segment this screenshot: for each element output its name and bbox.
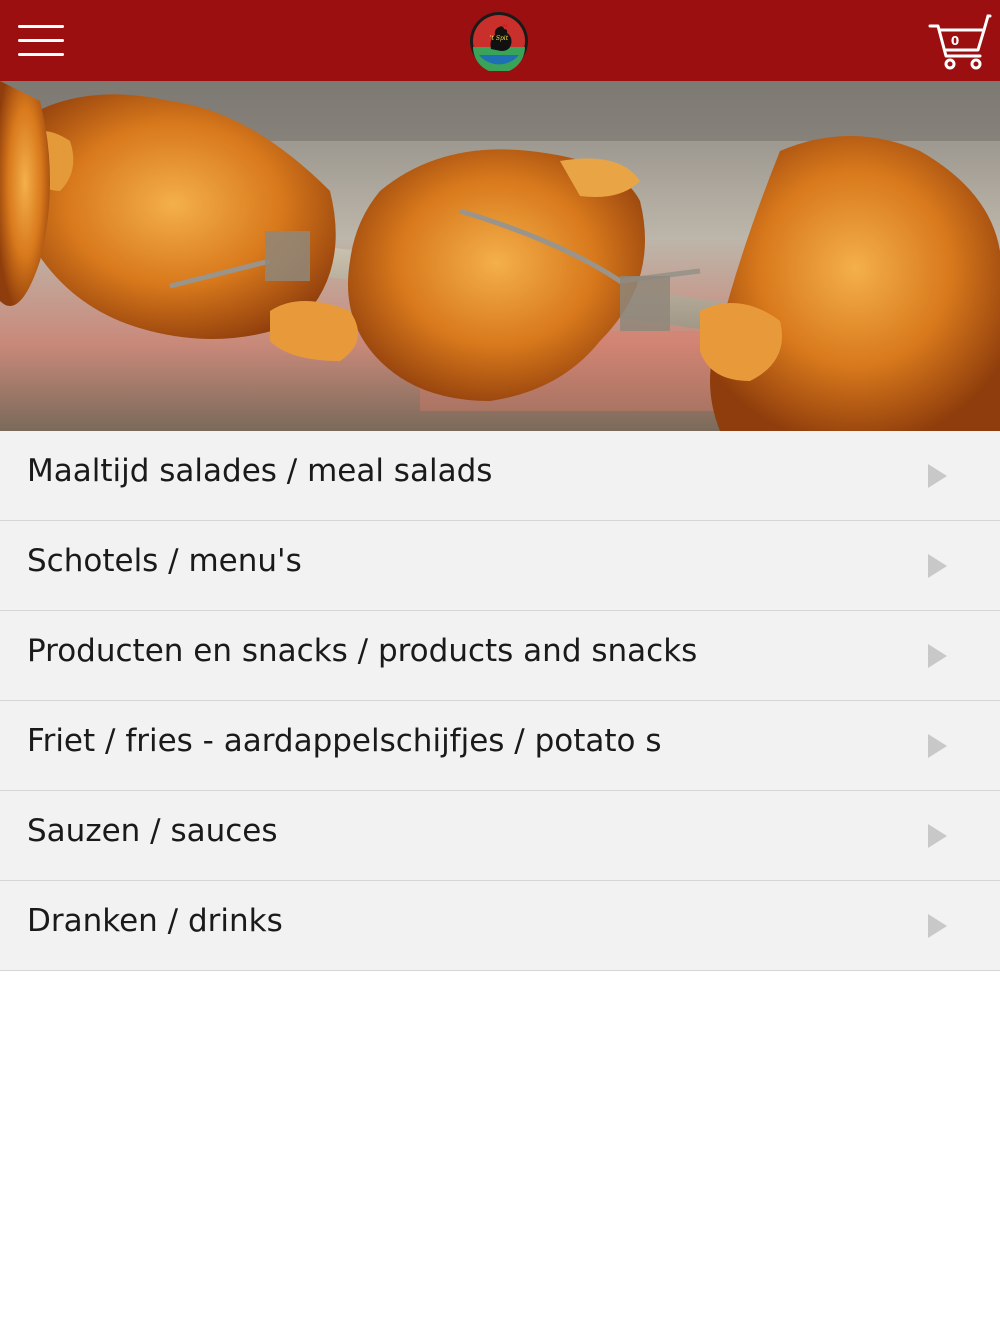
category-label: Dranken / drinks (27, 903, 283, 939)
list-item[interactable]: Dranken / drinks (0, 881, 1000, 971)
category-label: Friet / fries - aardappelschijfjes / pot… (27, 723, 662, 759)
menu-bar (18, 39, 64, 42)
menu-bar (18, 25, 64, 28)
list-item[interactable]: Schotels / menu's (0, 521, 1000, 611)
category-list: Maaltijd salades / meal salads Schotels … (0, 431, 1000, 971)
chevron-right-icon (928, 914, 947, 938)
list-item[interactable]: Sauzen / sauces (0, 791, 1000, 881)
list-item[interactable]: Maaltijd salades / meal salads (0, 431, 1000, 521)
chevron-right-icon (928, 644, 947, 668)
menu-bar (18, 53, 64, 56)
hero-image (0, 81, 1000, 431)
rooster-logo-icon[interactable]: 't Spit (469, 11, 529, 73)
cart-count-badge: 0 (950, 34, 960, 48)
chevron-right-icon (928, 554, 947, 578)
list-item[interactable]: Friet / fries - aardappelschijfjes / pot… (0, 701, 1000, 791)
category-label: Sauzen / sauces (27, 813, 278, 849)
logo-text: 't Spit (489, 35, 509, 42)
shopping-cart-icon[interactable]: 0 (928, 12, 992, 70)
category-label: Producten en snacks / products and snack… (27, 633, 698, 669)
chevron-right-icon (928, 824, 947, 848)
category-label: Schotels / menu's (27, 543, 302, 579)
chevron-right-icon (928, 734, 947, 758)
category-label: Maaltijd salades / meal salads (27, 453, 493, 489)
hamburger-menu-icon[interactable] (18, 22, 64, 60)
rotisserie-chicken-photo (0, 81, 1000, 431)
chevron-right-icon (928, 464, 947, 488)
list-item[interactable]: Producten en snacks / products and snack… (0, 611, 1000, 701)
app-header: 't Spit 0 (0, 0, 1000, 81)
